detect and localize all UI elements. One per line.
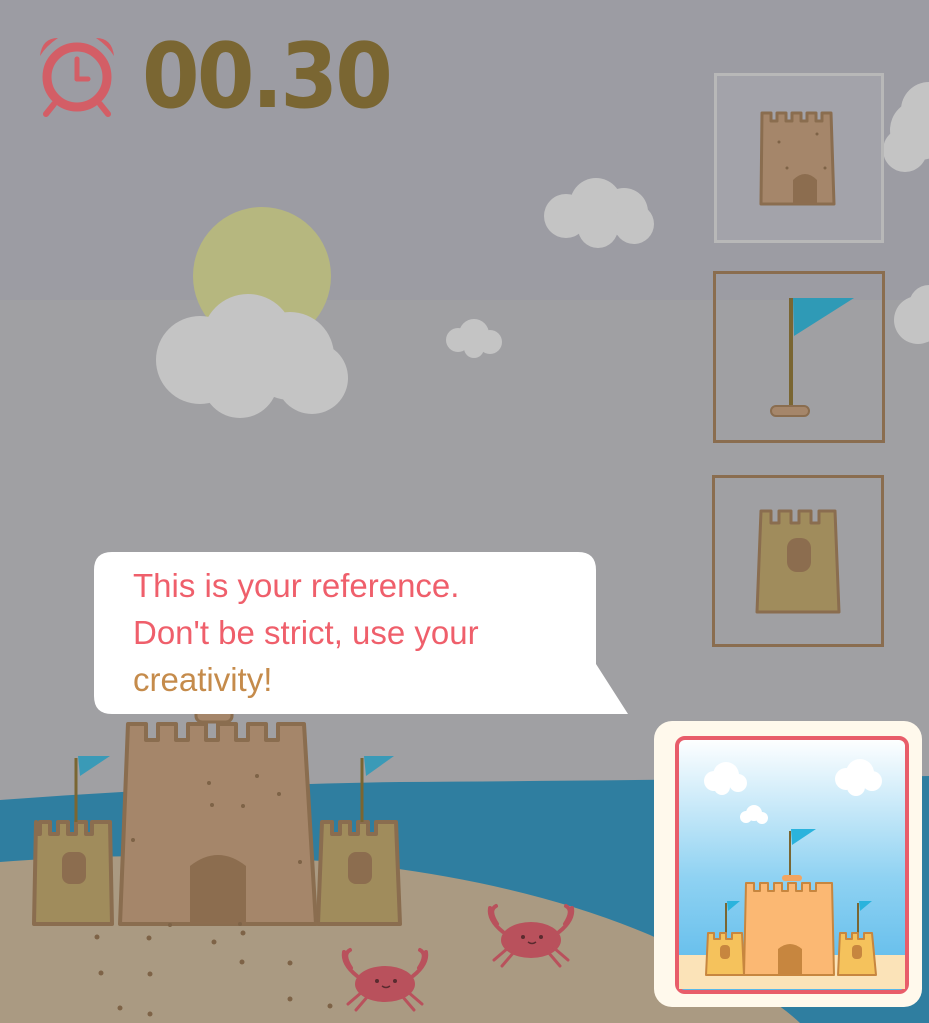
small-tower-icon <box>755 509 841 614</box>
center-keep <box>118 706 318 927</box>
tray-slot-tower[interactable] <box>714 73 884 243</box>
alarm-clock-icon <box>40 38 114 117</box>
hint-line-2: Don't be strict, use your <box>133 614 479 651</box>
hint-line-3: creativity! <box>133 661 273 698</box>
tray-slot-turret[interactable] <box>712 475 884 647</box>
tray-slot-flag[interactable] <box>713 271 885 443</box>
reference-castle-icon <box>675 736 909 994</box>
timer-value: 00.30 <box>142 24 393 129</box>
hint-line-1: This is your reference. <box>133 567 460 604</box>
flag-icon <box>770 298 854 417</box>
hint-text: This is your reference. Don't be strict,… <box>133 562 593 703</box>
wide-tower-icon <box>759 111 836 206</box>
reference-card[interactable] <box>654 721 922 1007</box>
